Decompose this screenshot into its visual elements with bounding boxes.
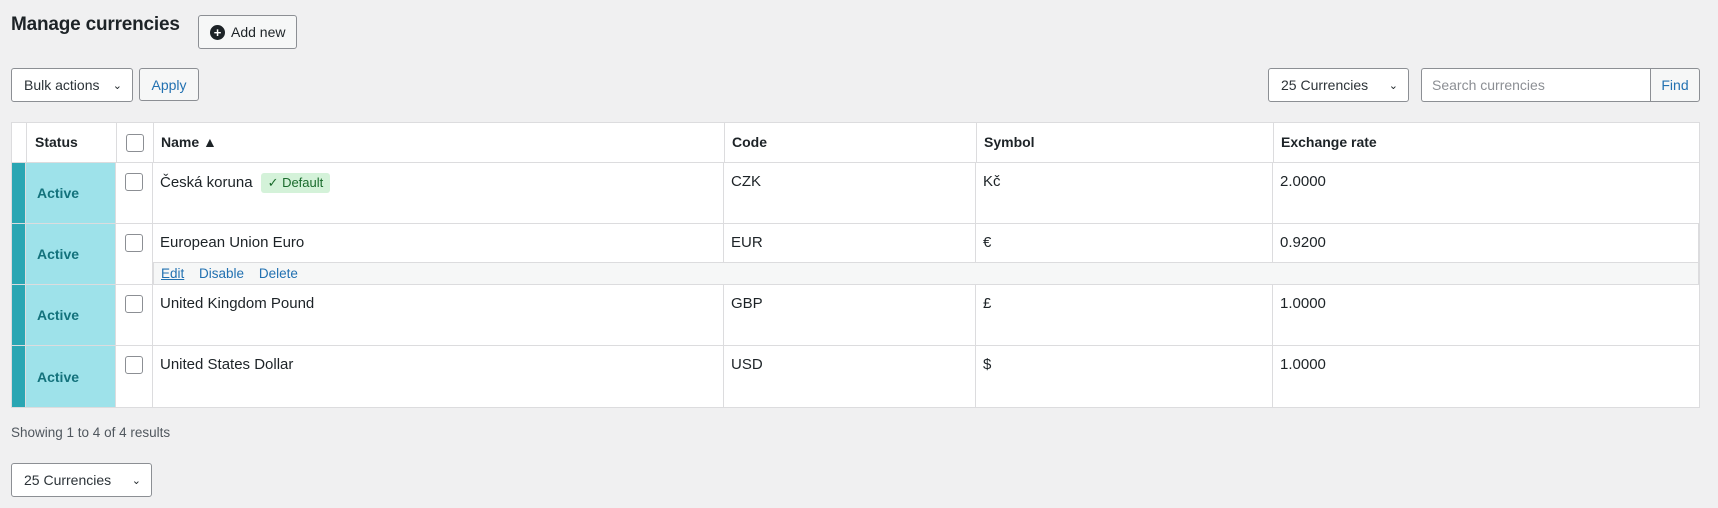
select-all-checkbox[interactable] <box>126 134 144 152</box>
status-badge: Active <box>26 346 116 407</box>
table-row: Active United States Dollar USD $ 1.0000 <box>12 346 1699 407</box>
currencies-table: Status Name ▲ Code Symbol Exchange rate … <box>11 122 1700 408</box>
bulk-actions-select[interactable]: Bulk actions ⌄ <box>11 68 133 102</box>
row-checkbox[interactable] <box>125 173 143 191</box>
currency-symbol: $ <box>976 346 1273 407</box>
chevron-down-icon: ⌄ <box>112 79 122 92</box>
manage-currencies-page: Manage currencies + Add new Bulk actions… <box>0 0 1718 508</box>
select-all-cell <box>117 123 154 162</box>
row-checkbox-cell <box>116 285 153 345</box>
currency-code: CZK <box>724 163 976 223</box>
exchange-rate: 1.0000 <box>1280 295 1326 312</box>
column-exchange-rate[interactable]: Exchange rate <box>1274 123 1699 162</box>
row-checkbox[interactable] <box>125 356 143 374</box>
row-checkbox-cell <box>116 346 153 407</box>
status-bar-header <box>12 123 27 162</box>
chevron-down-icon: ⌄ <box>1388 79 1398 92</box>
row-checkbox[interactable] <box>125 234 143 252</box>
search-input[interactable] <box>1421 68 1650 102</box>
page-title: Manage currencies <box>11 14 180 35</box>
disable-link[interactable]: Disable <box>199 266 244 281</box>
column-status[interactable]: Status <box>27 123 117 162</box>
currency-name-cell: Česká koruna ✓ Default <box>153 163 724 223</box>
footer-per-page-select[interactable]: 25 Currencies ⌄ <box>11 463 152 497</box>
exchange-rate: 2.0000 <box>1280 173 1326 190</box>
currency-name[interactable]: European Union Euro <box>160 234 304 251</box>
currency-code: USD <box>724 346 976 407</box>
column-symbol[interactable]: Symbol <box>977 123 1274 162</box>
row-actions: Edit Disable Delete <box>153 262 1699 285</box>
search-box: Find <box>1421 68 1700 102</box>
add-new-label: Add new <box>231 24 286 40</box>
currency-name[interactable]: United States Dollar <box>160 356 293 373</box>
status-badge: Active <box>26 285 116 345</box>
currency-symbol: £ <box>976 285 1273 345</box>
edit-link[interactable]: Edit <box>161 266 184 281</box>
column-code[interactable]: Code <box>725 123 977 162</box>
add-new-button[interactable]: + Add new <box>198 15 298 49</box>
status-badge: Active <box>26 224 116 284</box>
status-indicator <box>12 224 26 284</box>
currency-name[interactable]: Česká koruna <box>160 174 253 191</box>
page-header: Manage currencies <box>11 14 180 36</box>
default-badge: ✓ Default <box>260 173 331 193</box>
footer-per-page-label: 25 Currencies <box>24 472 112 488</box>
plus-circle-icon: + <box>210 24 225 40</box>
per-page-label: 25 Currencies <box>1281 77 1369 93</box>
table-header: Status Name ▲ Code Symbol Exchange rate <box>12 123 1699 163</box>
apply-button[interactable]: Apply <box>139 68 199 101</box>
row-checkbox[interactable] <box>125 295 143 313</box>
per-page-select[interactable]: 25 Currencies ⌄ <box>1268 68 1409 102</box>
column-name[interactable]: Name ▲ <box>154 123 725 162</box>
bulk-actions-label: Bulk actions <box>24 77 100 93</box>
row-checkbox-cell <box>116 224 153 284</box>
row-checkbox-cell <box>116 163 153 223</box>
find-button[interactable]: Find <box>1650 68 1700 102</box>
table-row: Active United Kingdom Pound GBP £ 1.0000 <box>12 285 1699 346</box>
currency-name[interactable]: United Kingdom Pound <box>160 295 314 312</box>
status-indicator <box>12 163 26 223</box>
results-count: Showing 1 to 4 of 4 results <box>11 425 171 440</box>
status-indicator <box>12 346 26 407</box>
currency-symbol: Kč <box>976 163 1273 223</box>
table-row: Active European Union Euro EUR € 0.9200 … <box>12 224 1699 285</box>
chevron-down-icon: ⌄ <box>131 474 141 487</box>
status-indicator <box>12 285 26 345</box>
exchange-rate: 1.0000 <box>1280 356 1326 373</box>
currency-code: GBP <box>724 285 976 345</box>
table-row: Active Česká koruna ✓ Default CZK Kč 2.00… <box>12 163 1699 224</box>
status-badge: Active <box>26 163 116 223</box>
delete-link[interactable]: Delete <box>259 266 298 281</box>
currency-name-cell: United Kingdom Pound <box>153 285 724 345</box>
currency-name-cell: United States Dollar <box>153 346 724 407</box>
